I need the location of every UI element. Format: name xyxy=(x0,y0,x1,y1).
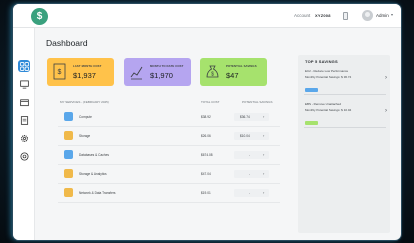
savings-value: $10.04 xyxy=(240,134,250,138)
service-cost: $38.92 xyxy=(201,115,211,119)
table-row[interactable]: Network & Data Transfers $19.01 - › xyxy=(58,184,280,203)
savings-value: - xyxy=(249,172,251,176)
sidebar-item-settings[interactable] xyxy=(18,132,30,144)
savings-item-amount: Monthly Potential Savings: $ 10.04 xyxy=(305,108,352,112)
savings-value: $36.74 xyxy=(240,115,250,119)
sidebar-item-wallet[interactable] xyxy=(18,96,30,108)
card-value: $1,937 xyxy=(73,71,96,80)
service-name: Storage xyxy=(79,134,91,138)
database-icon xyxy=(64,150,73,159)
card-label: LAST MONTH COST xyxy=(73,64,102,68)
sidebar-item-dashboard[interactable] xyxy=(18,60,30,72)
savings-item[interactable]: EC2 - Reduce Low Performance Monthly Pot… xyxy=(305,69,389,97)
compute-icon xyxy=(64,112,73,121)
top-bar: $ Account XYZ008 Admin ▾ xyxy=(13,4,401,28)
network-icon xyxy=(64,188,73,197)
main-content: Dashboard $ LAST MONTH COST $1,937 MONTH… xyxy=(35,28,401,240)
sidebar xyxy=(13,28,35,240)
service-name: Storage & Analytics xyxy=(79,172,107,176)
gear-icon xyxy=(20,134,28,142)
top-savings-panel: TOP 5 SAVINGS EC2 - Reduce Low Performan… xyxy=(298,55,390,233)
total-cost-header: TOTAL COST xyxy=(201,100,220,104)
table-row[interactable]: Storage & Analytics $47.04 - › xyxy=(58,165,280,184)
card-value: $47 xyxy=(226,71,239,80)
savings-pill[interactable]: - › xyxy=(234,151,269,159)
potential-savings-card[interactable]: $ POTENTIAL SAVINGS $47 xyxy=(200,58,267,86)
page-title: Dashboard xyxy=(46,38,88,48)
table-row[interactable]: Storage $26.06 $10.04 › xyxy=(58,127,280,146)
service-cost: $674.08 xyxy=(201,153,213,157)
panel-title: TOP 5 SAVINGS xyxy=(305,59,338,64)
card-label: MONTH TO DATE COST xyxy=(150,64,184,68)
chevron-right-icon: › xyxy=(263,152,265,157)
service-name: Network & Data Transfers xyxy=(79,191,116,195)
savings-item[interactable]: EBS - Remove Unattached Monthly Potentia… xyxy=(305,102,389,130)
service-cost: $47.04 xyxy=(201,172,211,176)
storage-icon xyxy=(64,131,73,140)
globe-icon xyxy=(19,151,29,161)
savings-value: - xyxy=(249,191,251,195)
last-month-cost-card[interactable]: $ LAST MONTH COST $1,937 xyxy=(47,58,114,86)
sidebar-item-monitor[interactable] xyxy=(18,78,30,90)
status-badge xyxy=(305,88,318,92)
services-header: MY SERVICES - (FEBRUARY 2025) xyxy=(60,100,109,104)
sidebar-item-global[interactable] xyxy=(18,150,30,162)
chevron-down-icon[interactable]: ▾ xyxy=(391,12,393,17)
status-badge xyxy=(305,121,318,125)
grid-icon xyxy=(19,61,29,71)
account-value: XYZ008 xyxy=(315,13,331,18)
divider xyxy=(304,127,386,128)
chart-icon xyxy=(130,66,143,80)
card-value: $1,970 xyxy=(150,71,173,80)
analytics-icon xyxy=(64,169,73,178)
receipt-icon: $ xyxy=(53,63,66,80)
app-window: $ Account XYZ008 Admin ▾ Dashboard $ LAS… xyxy=(13,4,401,240)
chevron-right-icon[interactable]: › xyxy=(385,108,387,114)
month-to-date-cost-card[interactable]: MONTH TO DATE COST $1,970 xyxy=(124,58,191,86)
service-name: Compute xyxy=(79,115,92,119)
document-icon xyxy=(20,115,28,125)
account-label: Account xyxy=(294,13,311,18)
monitor-icon xyxy=(19,79,29,89)
service-cost: $19.01 xyxy=(201,191,211,195)
savings-item-title: EC2 - Reduce Low Performance xyxy=(305,69,349,73)
chevron-right-icon: › xyxy=(263,171,265,176)
savings-pill[interactable]: $10.04 › xyxy=(234,132,269,140)
svg-text:$: $ xyxy=(58,69,62,76)
avatar[interactable] xyxy=(362,10,373,21)
account-switch-button[interactable] xyxy=(343,12,348,20)
table-row[interactable]: Databases & Caches $674.08 - › xyxy=(58,146,280,165)
savings-value: - xyxy=(249,153,251,157)
chevron-right-icon[interactable]: › xyxy=(385,75,387,81)
svg-text:$: $ xyxy=(211,72,214,78)
user-name[interactable]: Admin xyxy=(376,13,389,18)
chevron-right-icon: › xyxy=(263,133,265,138)
savings-pill[interactable]: - › xyxy=(234,170,269,178)
card-label: POTENTIAL SAVINGS xyxy=(226,64,257,68)
sidebar-item-reports[interactable] xyxy=(18,114,30,126)
potential-savings-header: POTENTIAL SAVINGS xyxy=(242,100,273,104)
savings-pill[interactable]: $36.74 › xyxy=(234,113,269,121)
money-bag-icon: $ xyxy=(206,65,219,78)
chevron-right-icon: › xyxy=(263,114,265,119)
app-logo[interactable]: $ xyxy=(31,8,48,25)
chevron-right-icon: › xyxy=(263,190,265,195)
wallet-icon xyxy=(19,98,29,106)
savings-item-title: EBS - Remove Unattached xyxy=(305,102,342,106)
table-row[interactable]: Compute $38.92 $36.74 › xyxy=(58,108,280,127)
service-cost: $26.06 xyxy=(201,134,211,138)
divider xyxy=(304,94,386,95)
savings-item-amount: Monthly Potential Savings: $ 36.74 xyxy=(305,75,352,79)
savings-pill[interactable]: - › xyxy=(234,189,269,197)
service-name: Databases & Caches xyxy=(79,153,109,157)
